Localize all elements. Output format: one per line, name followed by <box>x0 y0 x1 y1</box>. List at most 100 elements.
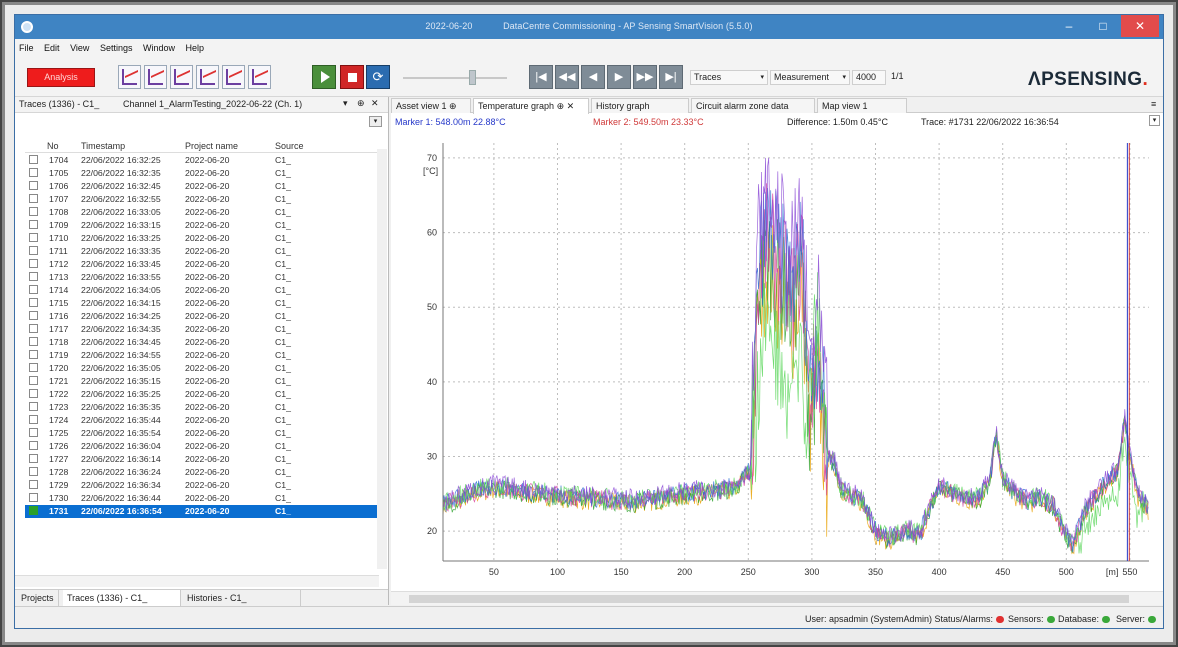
analysis-button[interactable]: Analysis <box>27 68 95 87</box>
playback-slider-thumb[interactable] <box>469 70 476 85</box>
table-row[interactable]: 1706 22/06/2022 16:32:45 2022-06-20 C1_ <box>25 180 381 193</box>
tab-map-view[interactable]: Map view 1 <box>817 98 907 113</box>
row-checkbox[interactable] <box>29 415 38 424</box>
scrollbar-thumb[interactable] <box>409 595 1129 603</box>
row-checkbox[interactable] <box>29 480 38 489</box>
row-checkbox[interactable] <box>29 467 38 476</box>
table-row[interactable]: 1728 22/06/2022 16:36:24 2022-06-20 C1_ <box>25 466 381 479</box>
row-checkbox[interactable] <box>29 311 38 320</box>
table-row[interactable]: 1729 22/06/2022 16:36:34 2022-06-20 C1_ <box>25 479 381 492</box>
row-checkbox[interactable] <box>29 506 38 515</box>
menu-view[interactable]: View <box>66 39 93 53</box>
row-checkbox[interactable] <box>29 194 38 203</box>
minimize-button[interactable]: – <box>1053 15 1085 37</box>
next-trace-button[interactable]: ▶ <box>607 65 631 89</box>
row-checkbox[interactable] <box>29 376 38 385</box>
row-checkbox[interactable] <box>29 441 38 450</box>
tab-temperature-graph[interactable]: Temperature graph ⊕ ✕ <box>473 98 589 114</box>
table-row[interactable]: 1719 22/06/2022 16:34:55 2022-06-20 C1_ <box>25 349 381 362</box>
graph-horizontal-scrollbar[interactable] <box>391 591 1163 605</box>
row-checkbox[interactable] <box>29 220 38 229</box>
tab-asset-view[interactable]: Asset view 1 ⊕ <box>391 98 471 113</box>
row-checkbox[interactable] <box>29 454 38 463</box>
row-checkbox[interactable] <box>29 207 38 216</box>
close-button[interactable]: ✕ <box>1121 15 1159 37</box>
play-button[interactable] <box>312 65 336 89</box>
last-trace-button[interactable]: ▶| <box>659 65 683 89</box>
traces-combo[interactable]: Traces ▾ <box>690 70 768 85</box>
table-row[interactable]: 1712 22/06/2022 16:33:45 2022-06-20 C1_ <box>25 258 381 271</box>
menu-window[interactable]: Window <box>139 39 179 53</box>
first-trace-button[interactable]: |◀ <box>529 65 553 89</box>
pin-icon[interactable]: ⊕ <box>557 101 565 111</box>
playback-slider[interactable] <box>403 77 507 79</box>
table-row[interactable]: 1723 22/06/2022 16:35:35 2022-06-20 C1_ <box>25 401 381 414</box>
table-row[interactable]: 1724 22/06/2022 16:35:44 2022-06-20 C1_ <box>25 414 381 427</box>
pin-icon[interactable]: ⊕ <box>357 98 365 109</box>
filter-dropdown-icon[interactable]: ▾ <box>369 116 382 127</box>
rewind-button[interactable]: ◀◀ <box>555 65 579 89</box>
close-tab-icon[interactable]: ✕ <box>567 101 575 111</box>
trace-tool-icon[interactable] <box>118 65 141 89</box>
table-row[interactable]: 1722 22/06/2022 16:35:25 2022-06-20 C1_ <box>25 388 381 401</box>
table-row[interactable]: 1730 22/06/2022 16:36:44 2022-06-20 C1_ <box>25 492 381 505</box>
trace-tool-icon[interactable] <box>144 65 167 89</box>
menu-file[interactable]: File <box>15 39 38 53</box>
row-checkbox[interactable] <box>29 337 38 346</box>
row-checkbox[interactable] <box>29 259 38 268</box>
col-no[interactable]: No <box>47 141 59 151</box>
menu-settings[interactable]: Settings <box>96 39 137 53</box>
col-timestamp[interactable]: Timestamp <box>81 141 125 151</box>
table-row[interactable]: 1727 22/06/2022 16:36:14 2022-06-20 C1_ <box>25 453 381 466</box>
vertical-scrollbar[interactable] <box>377 149 387 569</box>
table-row[interactable]: 1713 22/06/2022 16:33:55 2022-06-20 C1_ <box>25 271 381 284</box>
pin-icon[interactable]: ⊕ <box>449 101 457 111</box>
tab-circuit-alarm-zone[interactable]: Circuit alarm zone data <box>691 98 815 113</box>
col-source[interactable]: Source <box>275 141 304 151</box>
close-pane-icon[interactable]: ✕ <box>371 98 379 109</box>
table-row[interactable]: 1709 22/06/2022 16:33:15 2022-06-20 C1_ <box>25 219 381 232</box>
table-row[interactable]: 1726 22/06/2022 16:36:04 2022-06-20 C1_ <box>25 440 381 453</box>
table-row[interactable]: 1717 22/06/2022 16:34:35 2022-06-20 C1_ <box>25 323 381 336</box>
tab-traces[interactable]: Traces (1336) - C1_ <box>63 590 181 606</box>
table-row[interactable]: 1711 22/06/2022 16:33:35 2022-06-20 C1_ <box>25 245 381 258</box>
refresh-button[interactable]: ⟳ <box>366 65 390 89</box>
tab-projects[interactable]: Projects <box>17 590 59 606</box>
row-checkbox[interactable] <box>29 402 38 411</box>
row-checkbox[interactable] <box>29 298 38 307</box>
fast-forward-button[interactable]: ▶▶ <box>633 65 657 89</box>
menu-edit[interactable]: Edit <box>40 39 64 53</box>
bar-chart-icon[interactable] <box>222 65 245 89</box>
tab-histories[interactable]: Histories - C1_ <box>183 590 301 606</box>
table-row[interactable]: 1704 22/06/2022 16:32:25 2022-06-20 C1_ <box>25 154 381 167</box>
row-checkbox[interactable] <box>29 155 38 164</box>
table-row[interactable]: 1716 22/06/2022 16:34:25 2022-06-20 C1_ <box>25 310 381 323</box>
row-checkbox[interactable] <box>29 233 38 242</box>
previous-trace-button[interactable]: ◀ <box>581 65 605 89</box>
table-row[interactable]: 1707 22/06/2022 16:32:55 2022-06-20 C1_ <box>25 193 381 206</box>
table-row[interactable]: 1714 22/06/2022 16:34:05 2022-06-20 C1_ <box>25 284 381 297</box>
table-row[interactable]: 1708 22/06/2022 16:33:05 2022-06-20 C1_ <box>25 206 381 219</box>
table-row[interactable]: 1721 22/06/2022 16:35:15 2022-06-20 C1_ <box>25 375 381 388</box>
menu-help[interactable]: Help <box>182 39 209 53</box>
maximize-button[interactable]: □ <box>1087 15 1119 37</box>
table-row[interactable]: 1725 22/06/2022 16:35:54 2022-06-20 C1_ <box>25 427 381 440</box>
row-checkbox[interactable] <box>29 285 38 294</box>
col-project-name[interactable]: Project name <box>185 141 238 151</box>
table-row[interactable]: 1715 22/06/2022 16:34:15 2022-06-20 C1_ <box>25 297 381 310</box>
trace-tool-icon[interactable] <box>196 65 219 89</box>
row-checkbox[interactable] <box>29 324 38 333</box>
temperature-graph[interactable]: 20 30 40 50 60 70 50 100 150 200 250 300 350 400 450 50… <box>391 133 1164 593</box>
tab-history-graph[interactable]: History graph <box>591 98 689 113</box>
stop-button[interactable] <box>340 65 364 89</box>
trace-tool-icon[interactable] <box>170 65 193 89</box>
measurement-count-input[interactable]: 4000 <box>852 70 886 85</box>
table-row[interactable]: 1720 22/06/2022 16:35:05 2022-06-20 C1_ <box>25 362 381 375</box>
table-row[interactable]: 1731 22/06/2022 16:36:54 2022-06-20 C1_ <box>25 505 381 518</box>
table-row[interactable]: 1718 22/06/2022 16:34:45 2022-06-20 C1_ <box>25 336 381 349</box>
table-row[interactable]: 1705 22/06/2022 16:32:35 2022-06-20 C1_ <box>25 167 381 180</box>
row-checkbox[interactable] <box>29 363 38 372</box>
chart-options-icon[interactable]: ▾ <box>1149 115 1160 126</box>
tab-overflow-icon[interactable]: ≡ <box>1151 99 1156 109</box>
row-checkbox[interactable] <box>29 428 38 437</box>
